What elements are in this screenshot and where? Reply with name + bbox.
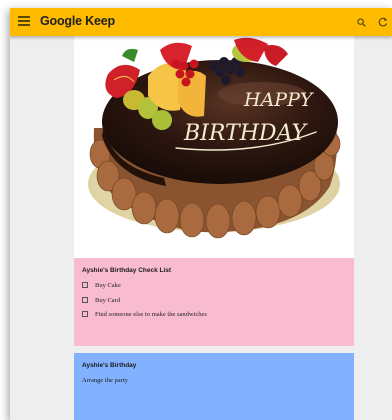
note-card-checklist[interactable]: Ayshie's Birthday Check List Buy Cake Bu… bbox=[74, 258, 354, 346]
checklist-item[interactable]: Find someone else to make the sandwiches bbox=[82, 309, 207, 319]
birthday-cake-image: HAPPY BIRTHDAY bbox=[74, 36, 354, 258]
checkbox[interactable] bbox=[82, 311, 88, 317]
checkbox[interactable] bbox=[82, 297, 88, 303]
note-title: Ayshie's Birthday Check List bbox=[82, 267, 172, 274]
note-body: Arrange the party bbox=[82, 377, 128, 384]
menu-icon[interactable] bbox=[18, 16, 30, 26]
app-toolbar: Google Keep bbox=[10, 8, 392, 36]
checklist-item[interactable]: Buy Cake bbox=[82, 280, 121, 290]
cake-text-birthday: BIRTHDAY bbox=[183, 121, 309, 146]
checkbox[interactable] bbox=[82, 282, 88, 288]
checklist-item-label: Buy Cake bbox=[95, 281, 121, 289]
app-title: Google Keep bbox=[40, 14, 115, 28]
keep-window: Google Keep HAPPY BIRTHDAY Ayshie's Birt… bbox=[10, 8, 392, 420]
refresh-icon[interactable] bbox=[378, 17, 388, 27]
note-title: Ayshie's Birthday bbox=[82, 362, 137, 369]
checklist-item[interactable]: Buy Card bbox=[82, 295, 120, 305]
note-card-text[interactable]: Ayshie's Birthday Arrange the party bbox=[74, 353, 354, 420]
cake-text-happy: HAPPY bbox=[243, 89, 315, 111]
checklist-item-label: Find someone else to make the sandwiches bbox=[95, 310, 207, 318]
search-icon[interactable] bbox=[357, 18, 366, 27]
checklist-item-label: Buy Card bbox=[95, 296, 121, 304]
note-card-cake-image[interactable]: HAPPY BIRTHDAY bbox=[74, 36, 354, 258]
